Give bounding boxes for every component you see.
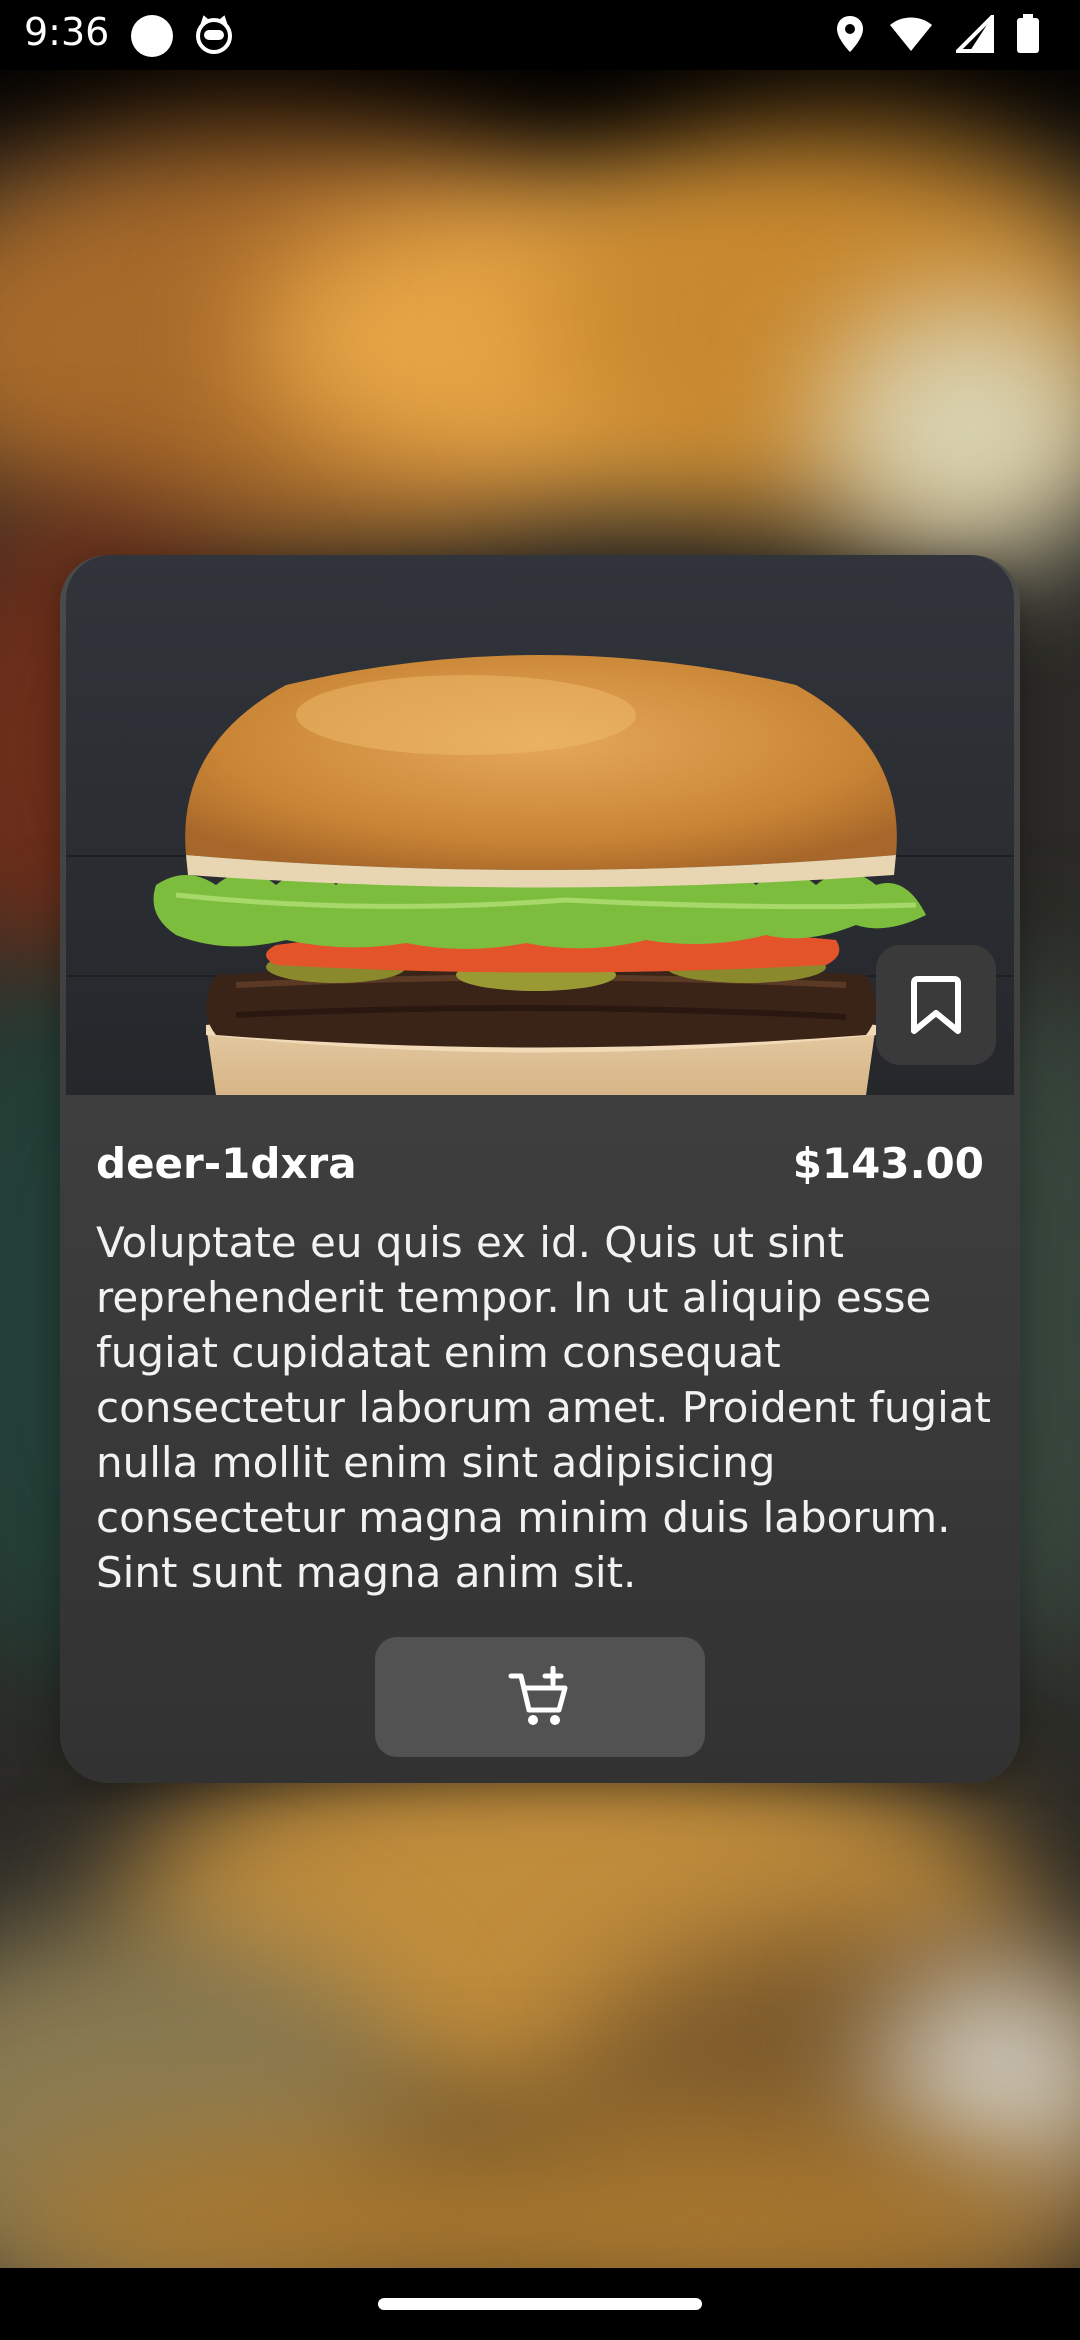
cat-app-icon bbox=[196, 15, 232, 54]
product-price: $143.00 bbox=[792, 1139, 984, 1188]
circle-notification-icon bbox=[131, 15, 173, 57]
navigation-bar bbox=[0, 2268, 1080, 2340]
battery-icon bbox=[1017, 14, 1039, 53]
status-left-icons bbox=[130, 14, 234, 58]
wifi-icon bbox=[890, 17, 932, 51]
signal-icon bbox=[956, 15, 994, 53]
product-description: Voluptate eu quis ex id. Quis ut sint re… bbox=[96, 1218, 991, 1597]
cart-plus-icon bbox=[508, 1666, 568, 1725]
burger-illustration bbox=[66, 655, 1014, 1095]
home-indicator[interactable] bbox=[378, 2298, 702, 2310]
product-name: deer-1dxra bbox=[96, 1139, 357, 1188]
status-right-icons bbox=[834, 14, 1040, 54]
product-image bbox=[66, 555, 1014, 1095]
location-icon bbox=[837, 16, 863, 52]
bookmark-icon bbox=[911, 976, 961, 1034]
add-to-cart-button[interactable] bbox=[375, 1637, 705, 1757]
status-bar: 9:36 bbox=[0, 0, 1080, 70]
product-card[interactable]: deer-1dxra $143.00 Voluptate eu quis ex … bbox=[60, 555, 1020, 1783]
status-time: 9:36 bbox=[24, 10, 110, 54]
bookmark-button[interactable] bbox=[876, 945, 996, 1065]
product-details: deer-1dxra $143.00 Voluptate eu quis ex … bbox=[60, 1095, 1020, 1783]
